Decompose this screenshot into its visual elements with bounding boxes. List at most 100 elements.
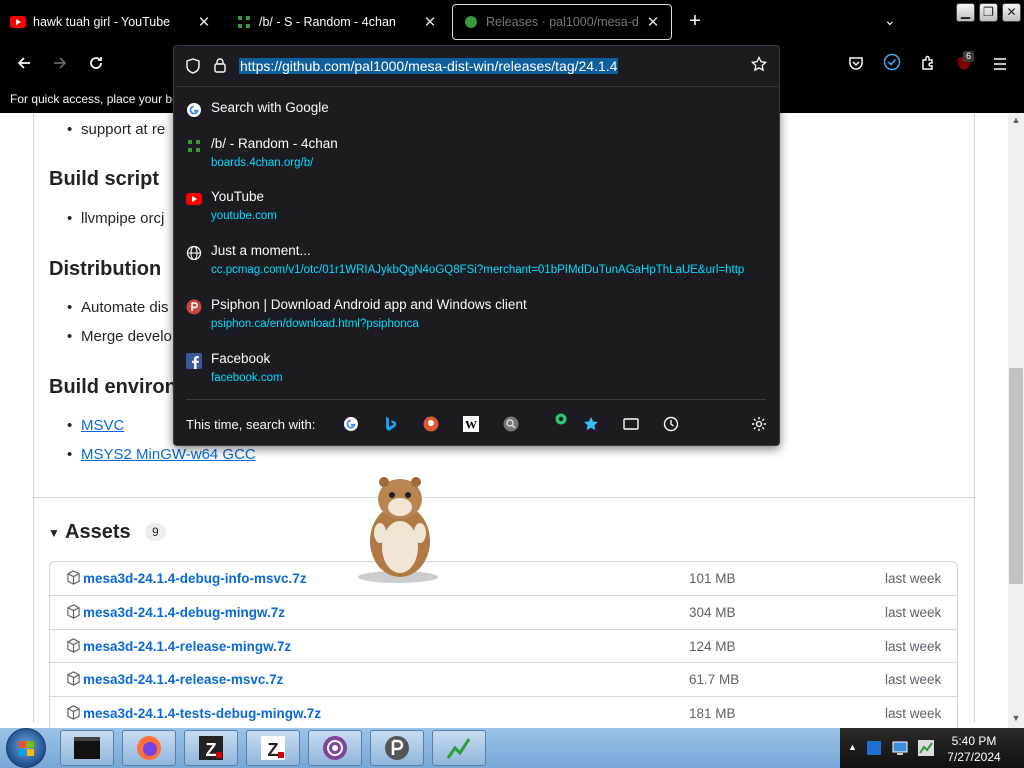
taskbar-app-firefox[interactable] <box>122 730 176 766</box>
network-icon[interactable] <box>890 738 910 758</box>
support-text: support at re <box>67 121 166 138</box>
url-input[interactable]: https://github.com/pal1000/mesa-dist-win… <box>239 56 619 76</box>
asset-link[interactable]: mesa3d-24.1.4-debug-info-msvc.7z <box>83 571 307 586</box>
asset-row: mesa3d-24.1.4-release-mingw.7z 124 MB la… <box>50 629 957 663</box>
taskbar-app-terminal[interactable] <box>60 730 114 766</box>
suggestion-youtube[interactable]: YouTube youtube.com <box>174 189 779 241</box>
add-engine-icon[interactable] <box>552 410 570 428</box>
asset-link[interactable]: mesa3d-24.1.4-release-mingw.7z <box>83 639 291 654</box>
tray-app-icon[interactable] <box>864 738 884 758</box>
search-with-label: This time, search with: <box>186 417 316 432</box>
forward-icon[interactable] <box>48 53 72 77</box>
suggestion-facebook[interactable]: Facebook facebook.com <box>174 351 779 403</box>
taskbar-app-psiphon[interactable] <box>370 730 424 766</box>
search-settings-gear-icon[interactable] <box>750 415 768 433</box>
distribution-heading: Distribution <box>49 258 162 280</box>
wikipedia-engine-icon[interactable]: W <box>462 415 480 433</box>
taskbar-app-filezilla[interactable]: Z <box>184 730 238 766</box>
tab-close-icon[interactable]: ✕ <box>422 13 438 31</box>
assets-list: mesa3d-24.1.4-debug-info-msvc.7z 101 MB … <box>49 561 958 728</box>
4chan-icon <box>236 14 252 30</box>
suggestion-url: youtube.com <box>211 210 277 222</box>
reload-icon[interactable] <box>84 53 108 77</box>
taskbar-app-chart[interactable] <box>432 730 486 766</box>
distribution-item: Automate dis <box>67 299 168 316</box>
youtube-icon <box>186 191 202 207</box>
history-search-icon[interactable] <box>662 415 680 433</box>
support-text-label: support at re <box>81 121 166 138</box>
assets-count-badge: 9 <box>145 523 166 541</box>
urlbar-dropdown: https://github.com/pal1000/mesa-dist-win… <box>173 45 780 446</box>
close-window-button[interactable]: ✕ <box>1002 3 1021 22</box>
asset-size: 61.7 MB <box>689 672 740 687</box>
tab-close-icon[interactable]: ✕ <box>645 13 661 31</box>
list-tabs-button[interactable]: ⌄ <box>884 12 896 29</box>
suggestion-title: /b/ - Random - 4chan <box>211 136 338 151</box>
suggestion-pcmag[interactable]: Just a moment... cc.pcmag.com/v1/otc/01r… <box>174 243 779 295</box>
taskbar-app-tor[interactable] <box>308 730 362 766</box>
asset-time: last week <box>885 639 942 654</box>
windows-logo-icon <box>19 741 34 756</box>
suggestion-url: facebook.com <box>211 372 283 384</box>
google-icon <box>186 102 202 118</box>
start-button[interactable] <box>6 728 46 768</box>
asset-time: last week <box>885 706 942 721</box>
bing-engine-icon[interactable] <box>382 415 400 433</box>
tabs-search-icon[interactable] <box>622 415 640 433</box>
extensions-icon[interactable] <box>916 53 940 77</box>
pocket-icon[interactable] <box>844 53 868 77</box>
youtube-icon <box>10 14 26 30</box>
filezilla-icon: Z <box>199 736 223 760</box>
psiphon-taskbar-icon <box>385 736 409 760</box>
menu-icon[interactable] <box>988 53 1012 77</box>
asset-link[interactable]: mesa3d-24.1.4-tests-debug-mingw.7z <box>83 706 321 721</box>
scroll-thumb[interactable] <box>1009 368 1023 584</box>
package-icon <box>67 604 80 619</box>
tab-close-icon[interactable]: ✕ <box>196 13 212 31</box>
build-script-heading: Build script <box>49 168 160 190</box>
scroll-down-icon[interactable]: ▼ <box>1008 713 1024 727</box>
suggestion-psiphon[interactable]: Psiphon | Download Android app and Windo… <box>174 297 779 349</box>
assets-heading[interactable]: Assets <box>65 521 131 544</box>
tray-expand-icon[interactable]: ▲ <box>848 742 857 752</box>
msys2-link[interactable]: MSYS2 MinGW-w64 GCC <box>81 446 256 463</box>
duckduckgo-engine-icon[interactable] <box>422 415 440 433</box>
new-tab-button[interactable]: + <box>684 10 706 32</box>
suggestion-title: Psiphon | Download Android app and Windo… <box>211 297 527 312</box>
build-script-item-label: llvmpipe orcj <box>81 210 165 227</box>
taskbar-clock[interactable]: 5:40 PM 7/27/2024 <box>944 733 1004 765</box>
tab-4chan[interactable]: /b/ - S - Random - 4chan ✕ <box>226 4 448 40</box>
sync-check-icon[interactable] <box>880 53 904 77</box>
distribution-item: Merge develo <box>67 328 172 345</box>
tab-github-releases[interactable]: Releases · pal1000/mesa-d ✕ <box>452 4 672 40</box>
package-icon <box>67 570 80 585</box>
tray-chart-icon[interactable] <box>916 738 936 758</box>
suggestion-url: psiphon.ca/en/download.html?psiphonca <box>211 318 419 330</box>
msvc-link[interactable]: MSVC <box>81 417 124 434</box>
bookmarks-search-icon[interactable] <box>582 415 600 433</box>
asset-row: mesa3d-24.1.4-debug-info-msvc.7z 101 MB … <box>50 562 957 596</box>
suggestion-url: cc.pcmag.com/v1/otc/01r1WRIAJykbQgN4oGQ8… <box>211 264 745 276</box>
assets-caret-icon[interactable]: ▼ <box>48 526 60 540</box>
lock-icon[interactable] <box>213 57 227 78</box>
suggestion-4chan[interactable]: /b/ - Random - 4chan boards.4chan.org/b/ <box>174 136 779 188</box>
asset-link[interactable]: mesa3d-24.1.4-release-msvc.7z <box>83 672 283 687</box>
scroll-up-icon[interactable]: ▲ <box>1008 115 1024 129</box>
tab-youtube[interactable]: hawk tuah girl - YouTube ✕ <box>0 4 222 40</box>
hamster-sticker <box>358 477 438 583</box>
bookmark-star-icon[interactable] <box>750 55 768 77</box>
restore-button[interactable]: ❐ <box>979 3 998 22</box>
suggestion-title: Facebook <box>211 351 271 366</box>
windows-taskbar: Z Z ▲ <box>0 728 1024 768</box>
google-engine-icon[interactable] <box>342 415 360 433</box>
searx-engine-icon[interactable] <box>502 415 520 433</box>
build-script-item: llvmpipe orcj <box>67 210 165 227</box>
clock-time: 5:40 PM <box>951 734 997 748</box>
back-icon[interactable] <box>12 53 36 77</box>
asset-time: last week <box>885 672 942 687</box>
tracking-shield-icon[interactable] <box>185 58 201 79</box>
minimize-button[interactable]: ▁ <box>956 3 975 22</box>
asset-link[interactable]: mesa3d-24.1.4-debug-mingw.7z <box>83 605 285 620</box>
taskbar-app-filezilla-server[interactable]: Z <box>246 730 300 766</box>
tab-title: /b/ - S - Random - 4chan <box>259 15 396 29</box>
